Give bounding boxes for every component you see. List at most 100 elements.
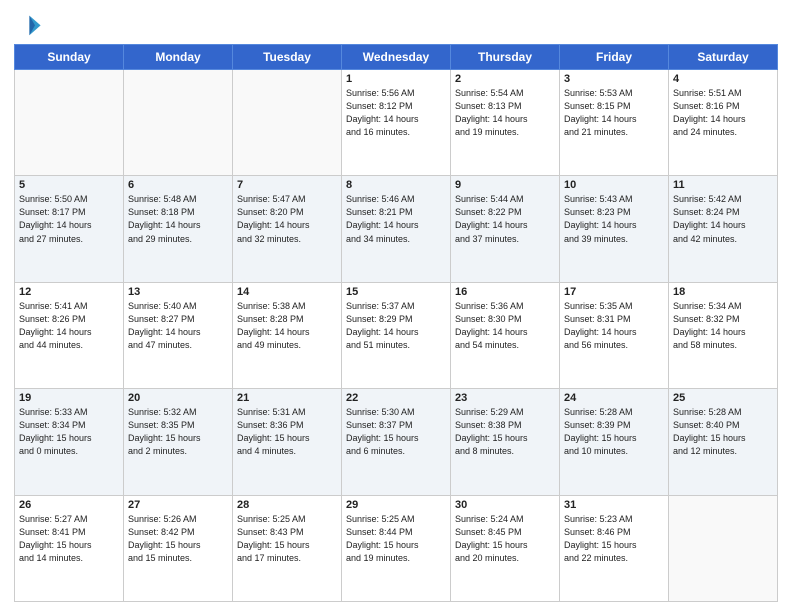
day-number: 15: [346, 286, 446, 298]
day-info: Sunrise: 5:56 AM Sunset: 8:12 PM Dayligh…: [346, 87, 446, 139]
day-number: 17: [564, 286, 664, 298]
calendar-cell: 3 Sunrise: 5:53 AM Sunset: 8:15 PM Daylig…: [560, 70, 669, 176]
calendar-cell: 5Sunrise: 5:50 AM Sunset: 8:17 PM Daylig…: [15, 176, 124, 282]
logo-icon: [14, 10, 42, 38]
calendar-cell: 7 Sunrise: 5:47 AM Sunset: 8:20 PM Daylig…: [233, 176, 342, 282]
day-number: 23: [455, 392, 555, 404]
calendar-cell: 2 Sunrise: 5:54 AM Sunset: 8:13 PM Daylig…: [451, 70, 560, 176]
day-number: 5: [19, 179, 119, 191]
day-number: 18: [673, 286, 773, 298]
calendar-cell: 19 Sunrise: 5:33 AM Sunset: 8:34 PM Dayli…: [15, 389, 124, 495]
day-info: Sunrise: 5:26 AM Sunset: 8:42 PM Dayligh…: [128, 513, 228, 565]
day-info: Sunrise: 5:25 AM Sunset: 8:43 PM Dayligh…: [237, 513, 337, 565]
day-info: Sunrise: 5:34 AM Sunset: 8:32 PM Dayligh…: [673, 300, 773, 352]
calendar-cell: 4 Sunrise: 5:51 AM Sunset: 8:16 PM Daylig…: [669, 70, 778, 176]
day-number: 22: [346, 392, 446, 404]
calendar-cell: 10 Sunrise: 5:43 AM Sunset: 8:23 PM Dayli…: [560, 176, 669, 282]
calendar-cell: 12 Sunrise: 5:41 AM Sunset: 8:26 PM Dayli…: [15, 282, 124, 388]
day-info: Sunrise: 5:47 AM Sunset: 8:20 PM Dayligh…: [237, 193, 337, 245]
calendar-cell: 8 Sunrise: 5:46 AM Sunset: 8:21 PM Daylig…: [342, 176, 451, 282]
day-info: Sunrise: 5:41 AM Sunset: 8:26 PM Dayligh…: [19, 300, 119, 352]
day-number: 19: [19, 392, 119, 404]
day-info: Sunrise: 5:24 AM Sunset: 8:45 PM Dayligh…: [455, 513, 555, 565]
week-row-4: 19 Sunrise: 5:33 AM Sunset: 8:34 PM Dayli…: [15, 389, 778, 495]
day-number: 28: [237, 499, 337, 511]
calendar-cell: 29Sunrise: 5:25 AM Sunset: 8:44 PM Dayli…: [342, 495, 451, 601]
day-number: 7: [237, 179, 337, 191]
day-number: 25: [673, 392, 773, 404]
day-number: 11: [673, 179, 773, 191]
weekday-header-row: SundayMondayTuesdayWednesdayThursdayFrid…: [15, 45, 778, 70]
day-number: 12: [19, 286, 119, 298]
day-info: Sunrise: 5:40 AM Sunset: 8:27 PM Dayligh…: [128, 300, 228, 352]
calendar-cell: [233, 70, 342, 176]
weekday-header-tuesday: Tuesday: [233, 45, 342, 70]
day-info: Sunrise: 5:44 AM Sunset: 8:22 PM Dayligh…: [455, 193, 555, 245]
day-info: Sunrise: 5:32 AM Sunset: 8:35 PM Dayligh…: [128, 406, 228, 458]
day-number: 2: [455, 73, 555, 85]
weekday-header-saturday: Saturday: [669, 45, 778, 70]
day-number: 30: [455, 499, 555, 511]
day-info: Sunrise: 5:27 AM Sunset: 8:41 PM Dayligh…: [19, 513, 119, 565]
day-number: 3: [564, 73, 664, 85]
day-number: 26: [19, 499, 119, 511]
calendar-cell: 18 Sunrise: 5:34 AM Sunset: 8:32 PM Dayli…: [669, 282, 778, 388]
day-info: Sunrise: 5:42 AM Sunset: 8:24 PM Dayligh…: [673, 193, 773, 245]
day-info: Sunrise: 5:43 AM Sunset: 8:23 PM Dayligh…: [564, 193, 664, 245]
calendar-cell: 20 Sunrise: 5:32 AM Sunset: 8:35 PM Dayli…: [124, 389, 233, 495]
calendar-cell: 17 Sunrise: 5:35 AM Sunset: 8:31 PM Dayli…: [560, 282, 669, 388]
day-number: 24: [564, 392, 664, 404]
day-number: 10: [564, 179, 664, 191]
day-number: 4: [673, 73, 773, 85]
weekday-header-friday: Friday: [560, 45, 669, 70]
day-info: Sunrise: 5:54 AM Sunset: 8:13 PM Dayligh…: [455, 87, 555, 139]
calendar-cell: [15, 70, 124, 176]
day-info: Sunrise: 5:38 AM Sunset: 8:28 PM Dayligh…: [237, 300, 337, 352]
day-info: Sunrise: 5:31 AM Sunset: 8:36 PM Dayligh…: [237, 406, 337, 458]
calendar-cell: [669, 495, 778, 601]
page: SundayMondayTuesdayWednesdayThursdayFrid…: [0, 0, 792, 612]
calendar-cell: 31Sunrise: 5:23 AM Sunset: 8:46 PM Dayli…: [560, 495, 669, 601]
calendar-cell: 11 Sunrise: 5:42 AM Sunset: 8:24 PM Dayli…: [669, 176, 778, 282]
calendar-cell: 14 Sunrise: 5:38 AM Sunset: 8:28 PM Dayli…: [233, 282, 342, 388]
week-row-2: 5Sunrise: 5:50 AM Sunset: 8:17 PM Daylig…: [15, 176, 778, 282]
calendar-cell: 25 Sunrise: 5:28 AM Sunset: 8:40 PM Dayli…: [669, 389, 778, 495]
day-number: 16: [455, 286, 555, 298]
day-info: Sunrise: 5:48 AM Sunset: 8:18 PM Dayligh…: [128, 193, 228, 245]
calendar-table: SundayMondayTuesdayWednesdayThursdayFrid…: [14, 44, 778, 602]
calendar-cell: 24 Sunrise: 5:28 AM Sunset: 8:39 PM Dayli…: [560, 389, 669, 495]
day-number: 29: [346, 499, 446, 511]
day-info: Sunrise: 5:35 AM Sunset: 8:31 PM Dayligh…: [564, 300, 664, 352]
day-info: Sunrise: 5:51 AM Sunset: 8:16 PM Dayligh…: [673, 87, 773, 139]
day-number: 6: [128, 179, 228, 191]
calendar-cell: 6 Sunrise: 5:48 AM Sunset: 8:18 PM Daylig…: [124, 176, 233, 282]
calendar-cell: 9 Sunrise: 5:44 AM Sunset: 8:22 PM Daylig…: [451, 176, 560, 282]
calendar-cell: 13 Sunrise: 5:40 AM Sunset: 8:27 PM Dayli…: [124, 282, 233, 388]
day-info: Sunrise: 5:53 AM Sunset: 8:15 PM Dayligh…: [564, 87, 664, 139]
day-number: 1: [346, 73, 446, 85]
day-info: Sunrise: 5:23 AM Sunset: 8:46 PM Dayligh…: [564, 513, 664, 565]
day-number: 8: [346, 179, 446, 191]
weekday-header-thursday: Thursday: [451, 45, 560, 70]
weekday-header-sunday: Sunday: [15, 45, 124, 70]
weekday-header-wednesday: Wednesday: [342, 45, 451, 70]
weekday-header-monday: Monday: [124, 45, 233, 70]
day-number: 14: [237, 286, 337, 298]
day-number: 27: [128, 499, 228, 511]
day-info: Sunrise: 5:46 AM Sunset: 8:21 PM Dayligh…: [346, 193, 446, 245]
day-number: 13: [128, 286, 228, 298]
day-info: Sunrise: 5:28 AM Sunset: 8:40 PM Dayligh…: [673, 406, 773, 458]
calendar-cell: 30 Sunrise: 5:24 AM Sunset: 8:45 PM Dayli…: [451, 495, 560, 601]
day-number: 20: [128, 392, 228, 404]
day-number: 9: [455, 179, 555, 191]
day-info: Sunrise: 5:30 AM Sunset: 8:37 PM Dayligh…: [346, 406, 446, 458]
day-info: Sunrise: 5:28 AM Sunset: 8:39 PM Dayligh…: [564, 406, 664, 458]
week-row-3: 12 Sunrise: 5:41 AM Sunset: 8:26 PM Dayli…: [15, 282, 778, 388]
calendar-cell: 22 Sunrise: 5:30 AM Sunset: 8:37 PM Dayli…: [342, 389, 451, 495]
week-row-1: 1 Sunrise: 5:56 AM Sunset: 8:12 PM Daylig…: [15, 70, 778, 176]
calendar-cell: 28 Sunrise: 5:25 AM Sunset: 8:43 PM Dayli…: [233, 495, 342, 601]
day-info: Sunrise: 5:33 AM Sunset: 8:34 PM Dayligh…: [19, 406, 119, 458]
week-row-5: 26 Sunrise: 5:27 AM Sunset: 8:41 PM Dayli…: [15, 495, 778, 601]
day-info: Sunrise: 5:36 AM Sunset: 8:30 PM Dayligh…: [455, 300, 555, 352]
calendar-cell: 27 Sunrise: 5:26 AM Sunset: 8:42 PM Dayli…: [124, 495, 233, 601]
